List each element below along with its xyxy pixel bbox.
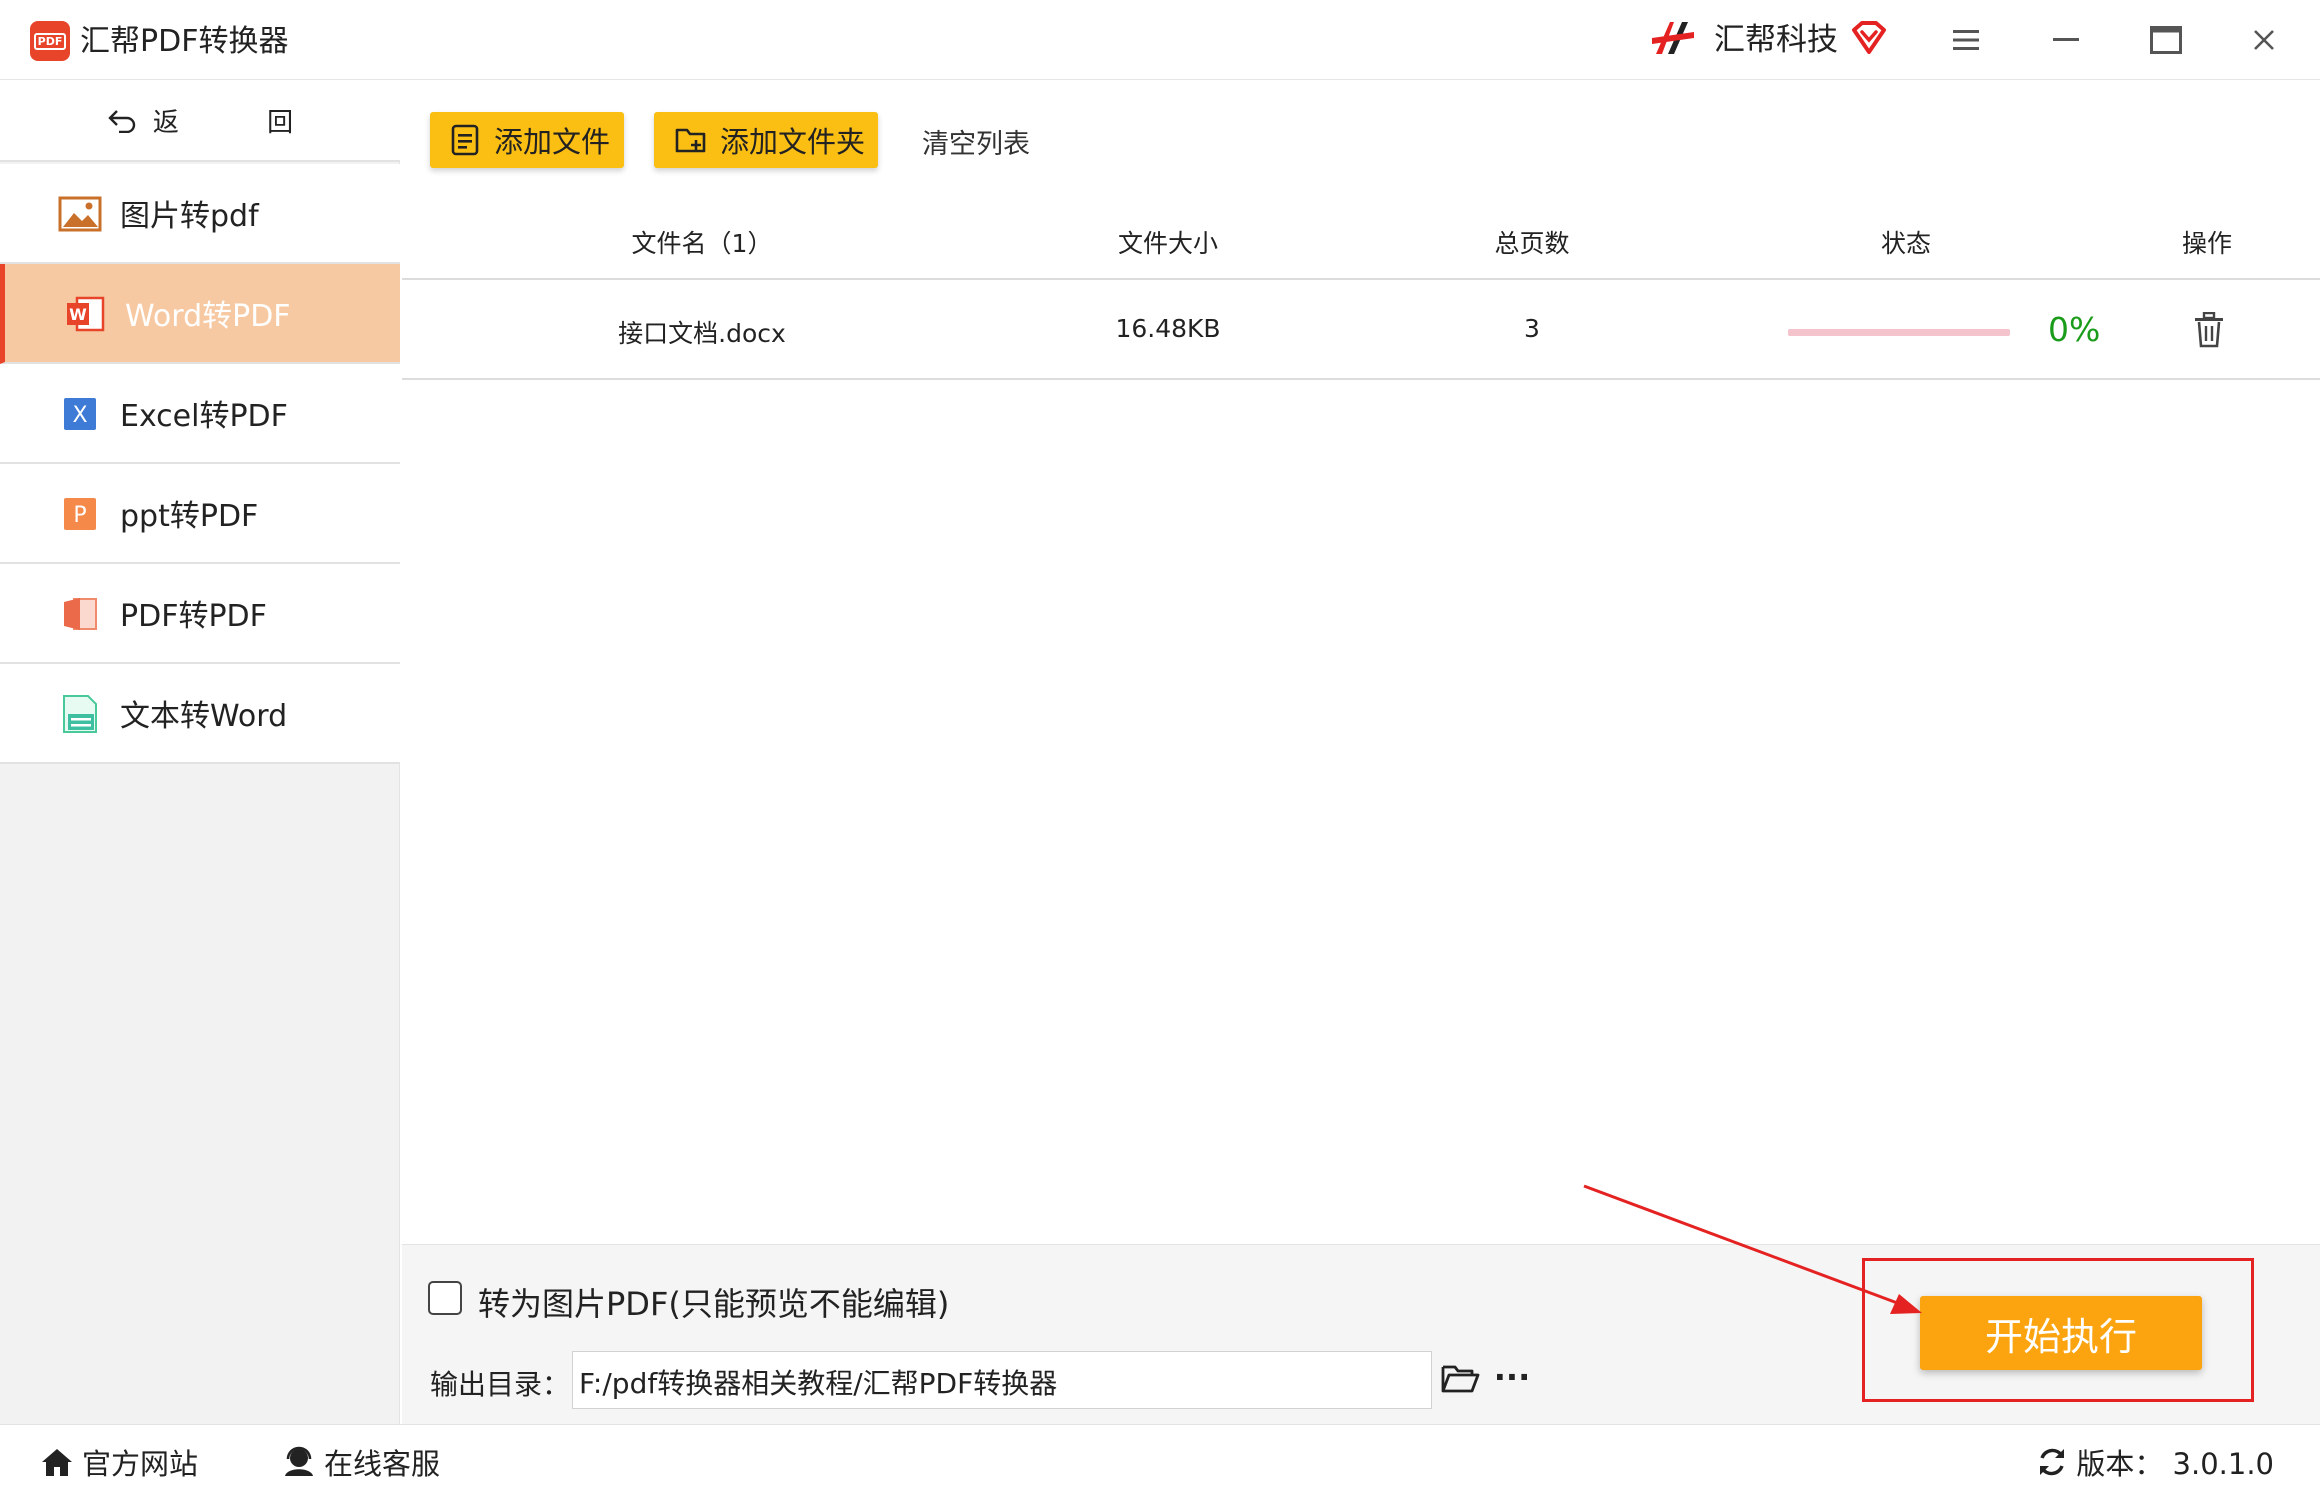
app-logo-text: PDF: [33, 32, 67, 50]
sidebar-item-label: Excel转PDF: [120, 399, 288, 434]
column-header-name: 文件名（1）: [631, 229, 773, 258]
clear-list-button[interactable]: 清空列表: [922, 122, 1030, 161]
file-size: 16.48KB: [1115, 314, 1221, 343]
column-header-size: 文件大小: [1117, 229, 1218, 258]
sidebar-item-text-to-word[interactable]: 文本转Word: [0, 664, 400, 764]
sidebar-item-label: 文本转Word: [120, 699, 288, 734]
word-glyph: W: [69, 305, 87, 324]
official-website-label: 官方网站: [82, 1447, 199, 1481]
menu-button[interactable]: [1944, 18, 1988, 62]
add-folder-icon: [675, 128, 706, 153]
version-label: 版本： 3.0.1.0: [2076, 1447, 2274, 1481]
excel-glyph: X: [72, 403, 87, 428]
minimize-button[interactable]: [2044, 18, 2088, 62]
file-list-empty-area: [402, 380, 2320, 1244]
maximize-icon: [2150, 26, 2182, 54]
output-dir-input[interactable]: F:/pdf转换器相关教程/汇帮PDF转换器: [572, 1351, 1432, 1409]
table-row[interactable]: 接口文档.docx 16.48KB 3 0%: [402, 282, 2320, 380]
delete-trash-icon[interactable]: [2192, 312, 2226, 348]
add-file-icon: [451, 124, 479, 156]
word-icon: W: [63, 294, 107, 334]
back-label: 返 回: [152, 107, 334, 138]
column-header-action: 操作: [2181, 229, 2232, 258]
status-footer: 官方网站 在线客服 版本： 3.0.1.0: [0, 1424, 2320, 1492]
sidebar-item-label: Word转PDF: [125, 299, 291, 334]
sidebar-item-label: PDF转PDF: [120, 599, 267, 634]
sidebar-item-image-to-pdf[interactable]: 图片转pdf: [0, 164, 400, 264]
sidebar: 返 回 图片转pdf W Word转PDF X Excel转PDF P ppt转…: [0, 80, 400, 1424]
vip-diamond-icon[interactable]: [1850, 20, 1888, 56]
app-logo-icon: PDF: [30, 21, 70, 61]
sidebar-item-word-to-pdf[interactable]: W Word转PDF: [0, 264, 400, 364]
text-icon: [58, 694, 102, 734]
conversion-progress-bar: [1788, 329, 2010, 336]
home-icon: [42, 1449, 72, 1476]
progress-percent: 0%: [2048, 310, 2101, 349]
pdf-icon: [58, 594, 102, 634]
excel-icon: X: [58, 394, 102, 434]
hamburger-icon: [1953, 30, 1979, 50]
app-title: 汇帮PDF转换器: [80, 24, 289, 59]
ppt-icon: P: [58, 494, 102, 534]
refresh-icon: [2040, 1448, 2065, 1476]
sidebar-item-excel-to-pdf[interactable]: X Excel转PDF: [0, 364, 400, 464]
back-button[interactable]: 返 回: [0, 80, 400, 162]
toolbar: 添加文件 添加文件夹 清空列表: [402, 80, 2320, 198]
file-table-header: 文件名（1） 文件大小 总页数 状态 操作: [402, 198, 2320, 280]
official-website-link[interactable]: 官方网站: [40, 1441, 198, 1483]
online-support-link[interactable]: 在线客服: [282, 1441, 440, 1483]
maximize-button[interactable]: [2144, 18, 2188, 62]
image-pdf-label[interactable]: 转为图片PDF(只能预览不能编辑): [478, 1279, 949, 1325]
sidebar-item-pdf-to-pdf[interactable]: PDF转PDF: [0, 564, 400, 664]
output-dir-label: 输出目录：: [430, 1368, 571, 1401]
start-execute-button[interactable]: 开始执行: [1920, 1296, 2202, 1370]
sidebar-item-ppt-to-pdf[interactable]: P ppt转PDF: [0, 464, 400, 564]
page-count: 3: [1524, 314, 1540, 343]
add-folder-button[interactable]: 添加文件夹: [654, 112, 878, 168]
image-icon: [58, 194, 102, 234]
column-header-status: 状态: [1880, 229, 1931, 258]
sidebar-item-label: 图片转pdf: [120, 199, 259, 234]
minimize-icon: [2053, 38, 2079, 41]
more-options-button[interactable]: ···: [1492, 1357, 1532, 1397]
add-file-button[interactable]: 添加文件: [430, 112, 624, 168]
brand-name: 汇帮科技: [1714, 22, 1838, 58]
online-support-label: 在线客服: [324, 1447, 441, 1481]
version-info[interactable]: 版本： 3.0.1.0: [2036, 1441, 2274, 1483]
sidebar-item-label: ppt转PDF: [120, 499, 259, 534]
image-pdf-checkbox[interactable]: [428, 1281, 462, 1315]
title-bar: PDF 汇帮PDF转换器 汇帮科技: [0, 0, 2320, 80]
open-folder-icon[interactable]: [1440, 1359, 1480, 1397]
file-name: 接口文档.docx: [618, 319, 786, 348]
add-file-label: 添加文件: [494, 125, 611, 159]
back-arrow-icon: [108, 110, 136, 133]
column-header-pages: 总页数: [1494, 229, 1570, 258]
close-button[interactable]: [2242, 18, 2286, 62]
brand-logo-icon: [1652, 22, 1694, 54]
close-icon: [2254, 30, 2274, 50]
support-agent-icon: [285, 1446, 313, 1476]
add-folder-label: 添加文件夹: [720, 125, 866, 159]
ppt-glyph: P: [73, 503, 86, 528]
